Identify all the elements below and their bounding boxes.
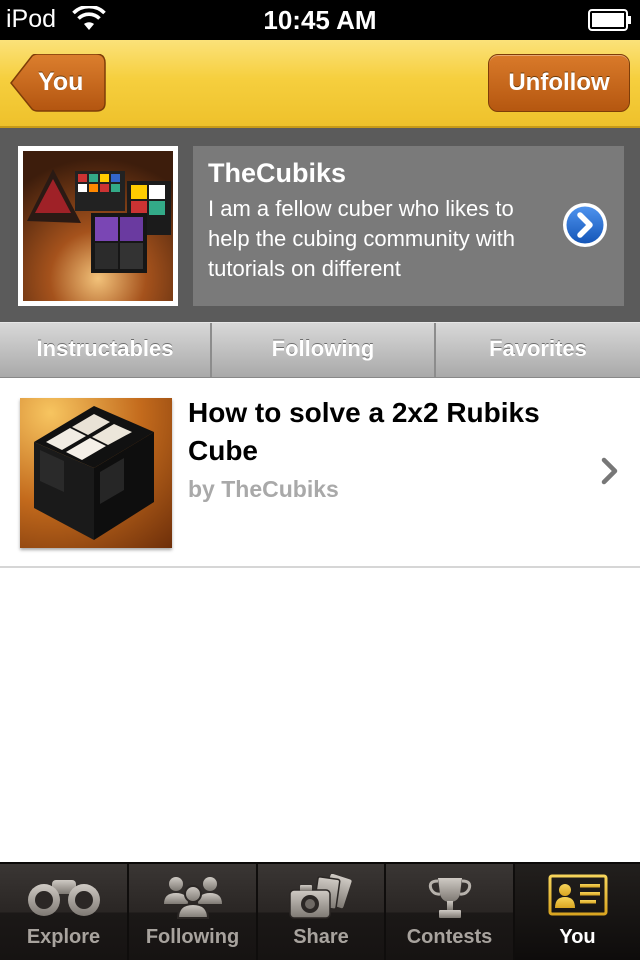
tabbar-item-explore[interactable]: Explore: [0, 864, 129, 960]
chevron-right-icon: [600, 456, 620, 491]
tab-following[interactable]: Following: [212, 323, 436, 377]
item-thumbnail: [20, 398, 172, 548]
unfollow-button[interactable]: Unfollow: [488, 54, 630, 112]
binoculars-icon: [0, 874, 127, 923]
disclosure-arrow-icon[interactable]: [561, 201, 609, 254]
tabbar-item-following[interactable]: Following: [129, 864, 258, 960]
instructables-list: How to solve a 2x2 Rubiks Cube by TheCub…: [0, 378, 640, 862]
tabbar-item-you[interactable]: You: [515, 864, 640, 960]
profile-bio-card[interactable]: TheCubiks I am a fellow cuber who likes …: [193, 146, 624, 306]
tabbar-label: You: [559, 926, 596, 948]
clock: 10:45 AM: [263, 5, 377, 35]
people-icon: [129, 874, 256, 925]
avatar[interactable]: [18, 146, 178, 306]
tabbar-item-share[interactable]: Share: [258, 864, 386, 960]
battery-icon: [588, 9, 632, 36]
profile-name: TheCubiks: [208, 158, 347, 188]
tabbar-label: Share: [293, 926, 349, 948]
list-item[interactable]: How to solve a 2x2 Rubiks Cube by TheCub…: [0, 378, 640, 568]
avatar-image: [23, 151, 173, 301]
profile-header: TheCubiks I am a fellow cuber who likes …: [0, 128, 640, 322]
tabbar-label: Following: [145, 926, 240, 948]
tabbar-label: Explore: [26, 926, 101, 948]
camera-photos-icon: [258, 873, 384, 927]
tab-favorites[interactable]: Favorites: [436, 323, 640, 377]
status-bar: iPod 10:45 AM: [0, 0, 640, 40]
profile-bio: I am a fellow cuber who likes to help th…: [208, 196, 515, 281]
navigation-bar: You Unfollow: [0, 40, 640, 128]
item-author: by TheCubiks: [188, 476, 339, 502]
tabbar-item-contests[interactable]: Contests: [386, 864, 515, 960]
back-button-label: You: [38, 68, 84, 96]
tab-bar: Explore Following Share Contests You: [0, 862, 640, 960]
id-card-icon: [515, 874, 640, 921]
item-title: How to solve a 2x2 Rubiks Cube: [188, 397, 540, 466]
back-button[interactable]: You: [10, 54, 106, 112]
tab-instructables[interactable]: Instructables: [0, 323, 212, 377]
profile-tabs: Instructables Following Favorites: [0, 322, 640, 378]
trophy-icon: [386, 874, 513, 927]
tabbar-label: Contests: [406, 926, 493, 948]
